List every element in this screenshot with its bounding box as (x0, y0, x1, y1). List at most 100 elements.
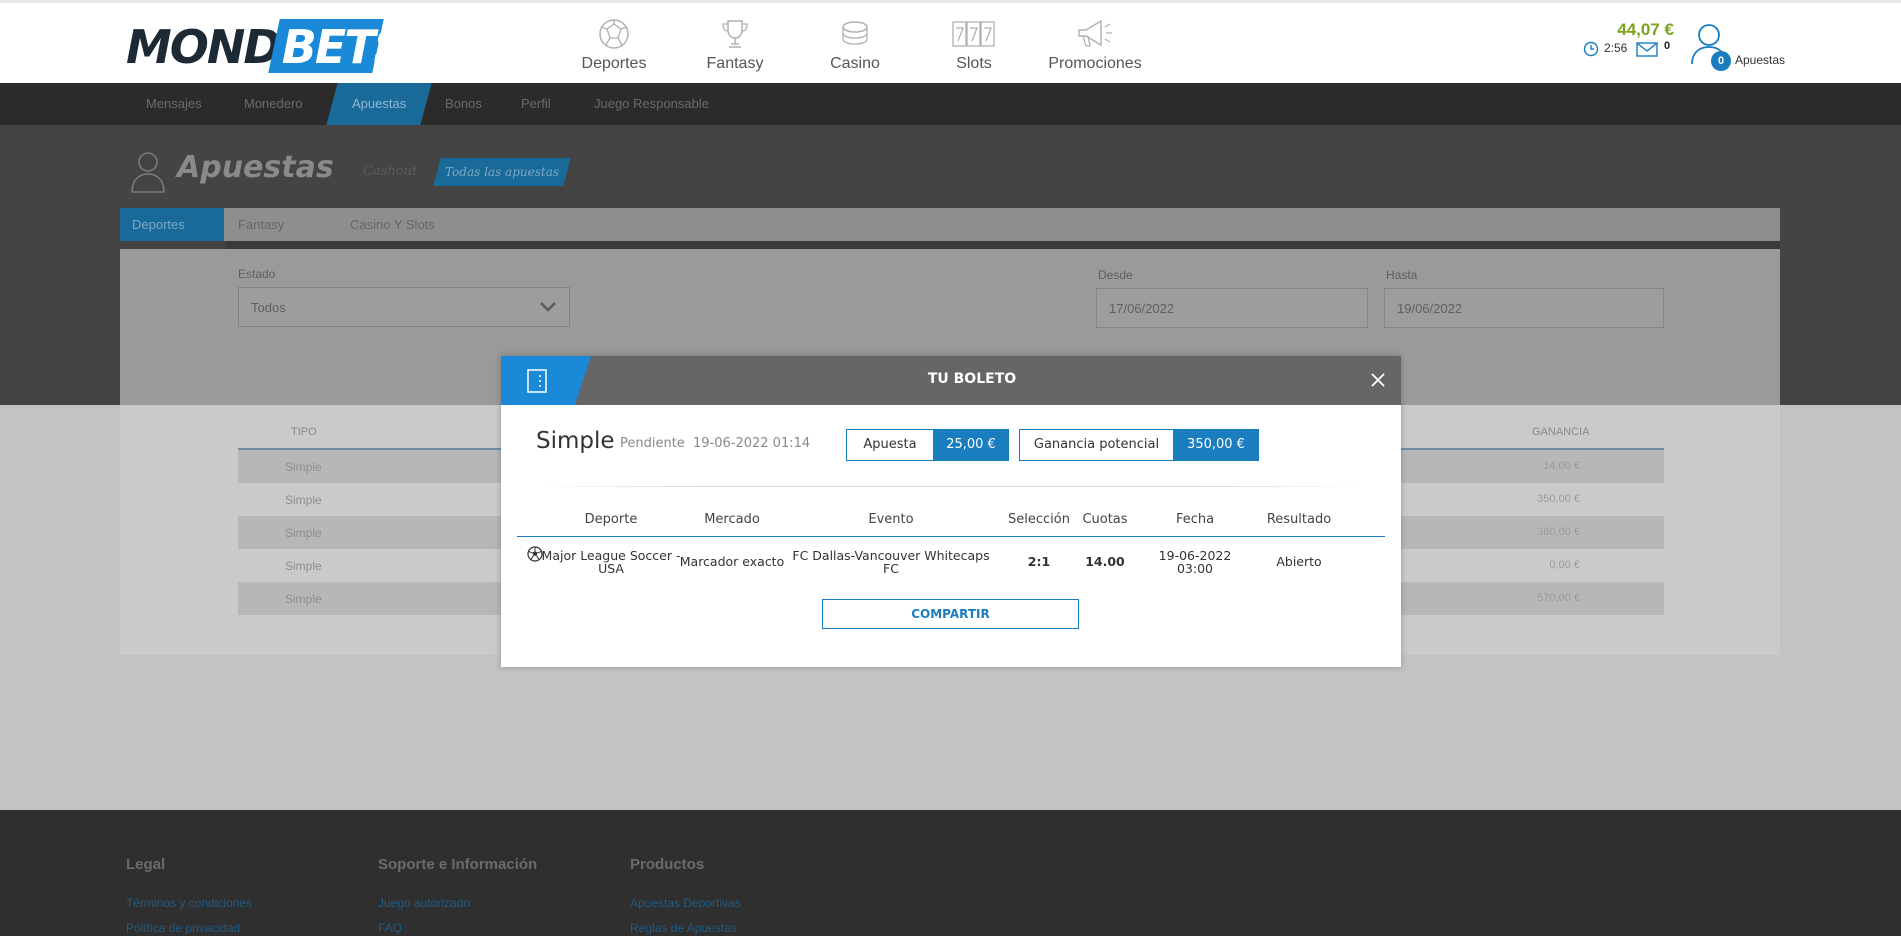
desde-input[interactable]: 17/06/2022 (1096, 288, 1368, 328)
bet-slip-modal: TU BOLETO Simple Pendiente 19-06-2022 01… (501, 356, 1401, 667)
tab-deportes-label: Deportes (132, 217, 185, 232)
footer-link-reglas[interactable]: Reglas de Apuestas (630, 921, 737, 935)
clock-icon (1583, 41, 1599, 57)
estado-select[interactable]: Todos (238, 287, 570, 327)
all-bets-label: Todas las apuestas (444, 165, 560, 179)
chevron-down-icon (540, 302, 556, 312)
page-title: Apuestas (177, 150, 334, 185)
col-tipo: TIPO (291, 426, 317, 438)
col-ganancia: GANANCIA (1532, 426, 1590, 438)
cell-deporte-line2: USA (598, 561, 624, 576)
stake-label: Apuesta (863, 437, 917, 452)
nav-promociones-label: Promociones (1048, 55, 1142, 72)
nav-slots-label: Slots (956, 55, 992, 72)
cell-fecha: 19-06-2022 03:00 (1150, 549, 1240, 575)
subnav-apuestas[interactable]: Apuestas (326, 83, 432, 125)
col-fecha: Fecha (1175, 512, 1215, 527)
col-seleccion: Selección (1008, 512, 1070, 527)
user-apuestas-label[interactable]: Apuestas (1735, 53, 1785, 67)
stake-value: 25,00 € (933, 430, 1009, 460)
row-ganancia: 0,00 € (1549, 559, 1580, 571)
hasta-label: Hasta (1386, 268, 1418, 282)
tabs-divider (226, 241, 1780, 249)
col-cuotas: Cuotas (1082, 512, 1128, 527)
modal-header: TU BOLETO (501, 356, 1401, 405)
footer-link-juego-autorizado[interactable]: Juego autorizado (378, 896, 470, 910)
cashout-filter[interactable]: Cashout (363, 164, 417, 179)
mondobets-logo[interactable]: MONDO BETS (126, 19, 405, 74)
tab-fantasy[interactable]: Fantasy (238, 208, 284, 241)
subnav-juego-responsable[interactable]: Juego Responsable (594, 83, 709, 125)
nav-promociones[interactable]: Promociones (1040, 15, 1150, 77)
all-bets-filter[interactable]: Todas las apuestas (433, 158, 571, 186)
footer-link-apuestas-deportivas[interactable]: Apuestas Deportivas (630, 896, 741, 910)
cell-evento: FC Dallas-Vancouver Whitecaps FC (791, 549, 991, 575)
col-evento: Evento (868, 512, 914, 527)
footer-link-faq[interactable]: FAQ (378, 921, 402, 935)
logo-bets-block: BETS (268, 19, 405, 74)
nav-fantasy-label: Fantasy (706, 55, 764, 72)
trophy-icon (722, 20, 748, 48)
bets-count-badge: 0 (1711, 51, 1731, 71)
close-icon[interactable] (1370, 372, 1386, 388)
subnav-mensajes[interactable]: Mensajes (146, 83, 202, 125)
cell-fecha-line2: 03:00 (1176, 561, 1214, 576)
megaphone-icon (1078, 19, 1112, 47)
session-time: 2:56 (1604, 41, 1628, 55)
footer-productos-title: Productos (630, 856, 705, 873)
desde-value: 17/06/2022 (1109, 301, 1175, 316)
subnav-bonos[interactable]: Bonos (445, 83, 482, 125)
logo-text-bets: BETS (281, 20, 405, 74)
footer-link-privacidad[interactable]: Política de privacidad (126, 921, 240, 935)
share-button[interactable]: COMPARTIR (822, 599, 1079, 629)
footer-link-terminos[interactable]: Términos y condiciones (126, 896, 252, 910)
col-mercado: Mercado (704, 512, 760, 527)
col-resultado: Resultado (1266, 512, 1332, 527)
cell-deporte: Major League Soccer - USA (541, 549, 681, 575)
nav-casino-label: Casino (830, 55, 880, 72)
cell-mercado: Marcador exacto (679, 554, 785, 569)
row-ganancia: 380,00 € (1537, 526, 1580, 538)
nav-casino[interactable]: Casino (800, 15, 910, 77)
stake-pill: Apuesta 25,00 € (846, 429, 1009, 461)
cell-seleccion: 2:1 (1027, 554, 1051, 569)
row-tipo: Simple (285, 526, 322, 540)
row-ganancia: 14,00 € (1543, 460, 1580, 472)
estado-value: Todos (251, 300, 286, 315)
tab-casino-slots[interactable]: Casino Y Slots (350, 208, 435, 241)
mail-icon[interactable] (1636, 42, 1658, 57)
row-tipo: Simple (285, 493, 322, 507)
cell-evento-line2: FC (883, 561, 899, 576)
bet-status: Pendiente (620, 436, 685, 451)
nav-fantasy[interactable]: Fantasy (680, 15, 790, 77)
slot-machine-icon (952, 21, 995, 47)
site-footer (0, 810, 1901, 936)
potential-win-pill: Ganancia potencial 350,00 € (1019, 429, 1259, 461)
cell-cuotas: 14.00 (1085, 554, 1125, 569)
desde-label: Desde (1098, 268, 1133, 282)
subnav-monedero[interactable]: Monedero (244, 83, 303, 125)
potential-win-value: 350,00 € (1173, 430, 1259, 460)
bets-tabs: Deportes Fantasy Casino Y Slots (120, 208, 1780, 241)
tab-deportes[interactable]: Deportes (120, 208, 224, 241)
hasta-value: 19/06/2022 (1397, 301, 1463, 316)
nav-slots[interactable]: Slots (919, 15, 1029, 77)
potential-win-label: Ganancia potencial (1033, 437, 1160, 452)
footer-legal-title: Legal (126, 856, 166, 873)
row-tipo: Simple (285, 460, 322, 474)
subnav-apuestas-label: Apuestas (352, 96, 407, 111)
nav-deportes[interactable]: Deportes (559, 15, 669, 77)
row-ganancia: 350,00 € (1537, 493, 1580, 505)
modal-divider (536, 486, 1364, 487)
modal-title: TU BOLETO (927, 371, 1017, 387)
nav-deportes-label: Deportes (581, 55, 647, 72)
footer-soporte-title: Soporte e Información (378, 856, 538, 873)
row-tipo: Simple (285, 559, 322, 573)
bet-type: Simple (536, 428, 615, 454)
hasta-input[interactable]: 19/06/2022 (1384, 288, 1664, 328)
bet-date: 19-06-2022 01:14 (693, 436, 811, 451)
cell-resultado: Abierto (1276, 554, 1322, 569)
row-ganancia: 570,00 € (1537, 592, 1580, 604)
account-balance[interactable]: 44,07 € (1612, 20, 1674, 40)
subnav-perfil[interactable]: Perfil (521, 83, 551, 125)
